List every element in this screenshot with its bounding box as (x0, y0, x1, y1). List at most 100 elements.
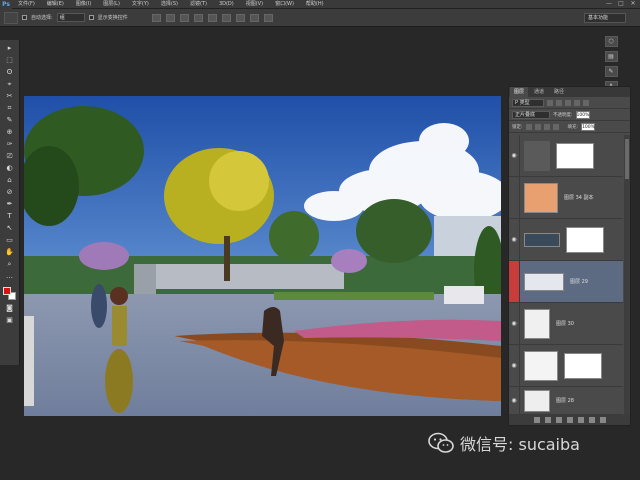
tab-paths[interactable]: 路径 (550, 87, 568, 97)
history-brush-tool-icon[interactable]: ⎚ (4, 151, 16, 161)
show-transform-checkbox[interactable] (88, 15, 94, 20)
maximize-button[interactable]: □ (616, 0, 626, 8)
menu-3d[interactable]: 3D(D) (213, 0, 240, 9)
rectangle-tool-icon[interactable]: ▭ (4, 235, 16, 245)
align-center-icon[interactable] (207, 13, 217, 22)
menu-layer[interactable]: 图层(L) (97, 0, 126, 9)
visibility-eye-icon[interactable] (509, 261, 520, 302)
history-panel-icon[interactable]: ⬡ (604, 36, 618, 47)
zoom-tool-icon[interactable]: ⌕ (4, 259, 16, 269)
workspace-dropdown[interactable]: 基本功能 (584, 13, 626, 23)
link-layers-icon[interactable] (533, 417, 540, 423)
close-button[interactable]: ✕ (628, 0, 638, 8)
layer-filter-dropdown[interactable]: P 类型 (512, 98, 544, 107)
path-select-tool-icon[interactable]: ↖ (4, 223, 16, 233)
shape-filter-icon[interactable] (574, 99, 580, 106)
opacity-input[interactable]: 100% (575, 110, 590, 119)
type-tool-icon[interactable]: T (4, 211, 16, 221)
lock-pixels-icon[interactable] (534, 123, 541, 130)
distribute-top-icon[interactable] (235, 13, 245, 22)
layer-row[interactable]: ◉ 图层 28 (509, 387, 623, 415)
pixel-filter-icon[interactable] (547, 99, 553, 106)
align-middle-icon[interactable] (165, 13, 175, 22)
adjustment-layer-icon[interactable] (566, 417, 573, 423)
smart-object-filter-icon[interactable] (583, 99, 589, 106)
hand-tool-icon[interactable]: ✋ (4, 247, 16, 257)
fill-input[interactable]: 100% (581, 122, 596, 131)
delete-layer-icon[interactable] (599, 417, 606, 423)
visibility-eye-icon[interactable]: ◉ (509, 387, 520, 414)
eyedropper-tool-icon[interactable]: ⌗ (4, 103, 16, 113)
new-group-icon[interactable] (577, 417, 584, 423)
foreground-color-swatch[interactable] (2, 287, 11, 295)
blend-mode-dropdown[interactable]: 正片叠底 (512, 110, 550, 119)
menu-image[interactable]: 图像(I) (70, 0, 97, 9)
align-bottom-icon[interactable] (179, 13, 189, 22)
eraser-tool-icon[interactable]: ◐ (4, 163, 16, 173)
visibility-eye-icon[interactable]: ◉ (509, 345, 520, 386)
align-right-icon[interactable] (221, 13, 231, 22)
marquee-tool-icon[interactable]: ⬚ (4, 55, 16, 65)
color-swatches[interactable] (2, 287, 17, 301)
menu-view[interactable]: 视图(V) (240, 0, 269, 9)
menu-edit[interactable]: 编辑(E) (41, 0, 70, 9)
layer-mask-thumbnail[interactable] (564, 352, 602, 379)
auto-select-dropdown[interactable]: 组 (56, 13, 85, 22)
layer-row-selected[interactable]: 图层 29 (509, 261, 623, 303)
move-tool-icon[interactable]: ▸ (4, 43, 16, 53)
crop-tool-icon[interactable]: ✂ (4, 91, 16, 101)
menu-help[interactable]: 帮助(H) (300, 0, 330, 9)
visibility-eye-icon[interactable]: ◉ (509, 135, 520, 176)
blur-tool-icon[interactable]: ⊘ (4, 187, 16, 197)
healing-brush-tool-icon[interactable]: ✎ (4, 115, 16, 125)
layer-row[interactable]: ◉ 图层 30 (509, 303, 623, 345)
tab-layers[interactable]: 图层 (510, 87, 529, 97)
new-layer-icon[interactable] (588, 417, 595, 423)
menu-filter[interactable]: 滤镜(T) (184, 0, 213, 9)
tab-channels[interactable]: 通道 (530, 87, 548, 97)
auto-select-checkbox[interactable] (22, 15, 27, 20)
adjustment-filter-icon[interactable] (556, 99, 562, 106)
brush-tool-icon[interactable]: ⊕ (4, 127, 16, 137)
document-canvas[interactable] (24, 96, 501, 416)
brush-panel-icon[interactable]: ✎ (604, 66, 618, 77)
align-left-icon[interactable] (193, 13, 203, 22)
layer-row[interactable]: ◉ (509, 345, 623, 387)
distribute-bottom-icon[interactable] (263, 13, 273, 22)
lock-position-icon[interactable] (543, 123, 550, 130)
quick-mask-icon[interactable]: ◙ (4, 303, 16, 313)
layer-style-icon[interactable] (544, 417, 551, 423)
clone-stamp-tool-icon[interactable]: ✑ (4, 139, 16, 149)
layer-mask-thumbnail[interactable] (556, 142, 594, 169)
menu-select[interactable]: 选择(S) (155, 0, 184, 9)
show-transform-label: 显示变换控件 (97, 15, 128, 21)
quick-select-tool-icon[interactable]: ⌖ (4, 79, 16, 89)
pen-tool-icon[interactable]: ✒ (4, 199, 16, 209)
layers-scroll-thumb[interactable] (625, 139, 629, 179)
add-mask-icon[interactable] (555, 417, 562, 423)
menu-window[interactable]: 窗口(W) (269, 0, 300, 9)
align-top-icon[interactable] (151, 13, 161, 22)
layer-mask-thumbnail[interactable] (566, 226, 604, 253)
minimize-button[interactable]: — (604, 0, 614, 8)
gradient-tool-icon[interactable]: ⌂ (4, 175, 16, 185)
move-tool-preset-icon[interactable] (4, 11, 18, 24)
distribute-middle-icon[interactable] (249, 13, 259, 22)
visibility-eye-icon[interactable]: ◉ (509, 219, 520, 260)
screen-mode-icon[interactable]: ▣ (4, 315, 16, 325)
type-filter-icon[interactable] (565, 99, 571, 106)
visibility-eye-icon[interactable] (509, 177, 520, 218)
properties-panel-icon[interactable]: ▤ (604, 51, 618, 62)
visibility-eye-icon[interactable]: ◉ (509, 303, 520, 344)
more-tools-icon[interactable]: … (4, 271, 16, 281)
menu-type[interactable]: 文字(Y) (126, 0, 155, 9)
layers-scrollbar[interactable] (624, 135, 630, 415)
lasso-tool-icon[interactable]: ʘ (4, 67, 16, 77)
lock-all-icon[interactable] (552, 123, 559, 130)
layer-row[interactable]: ◉ (509, 219, 623, 261)
lock-transparent-icon[interactable] (525, 123, 532, 130)
layer-row[interactable]: ◉ (509, 135, 623, 177)
layer-name: 图层 30 (556, 321, 574, 327)
layer-row[interactable]: 图层 34 副本 (509, 177, 623, 219)
menu-file[interactable]: 文件(F) (12, 0, 41, 9)
